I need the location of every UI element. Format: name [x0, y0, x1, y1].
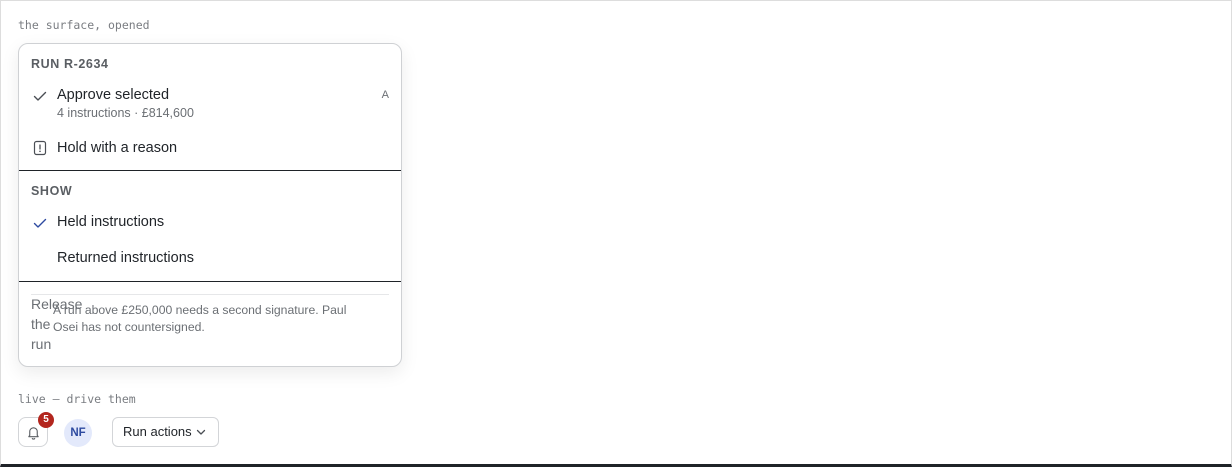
check-icon — [33, 218, 47, 228]
menu-thin-divider — [31, 294, 389, 295]
hold-with-reason-label: Hold with a reason — [57, 140, 178, 156]
check-icon — [33, 91, 47, 101]
show-returned-instructions-label: Returned instructions — [57, 250, 195, 266]
release-run-note: A run above £250,000 needs a second sign… — [53, 303, 347, 334]
user-avatar[interactable]: NF — [64, 419, 92, 447]
run-actions-label: Run actions — [123, 424, 192, 439]
show-held-instructions-label: Held instructions — [57, 214, 165, 230]
hold-icon — [33, 140, 47, 156]
caption-live: live — drive them — [18, 392, 136, 406]
bell-icon — [28, 427, 39, 440]
approve-shortcut: A — [381, 89, 389, 101]
chevron-down-icon — [196, 429, 206, 435]
caption-surface-opened: the surface, opened — [18, 18, 150, 32]
run-actions-menu: RUN R-2634 Approve selected 4 instructio… — [18, 43, 402, 367]
menu-group-label-show: SHOW — [31, 184, 73, 198]
approve-selected-label: Approve selected — [57, 87, 170, 103]
show-held-instructions-item[interactable]: Held instructions — [19, 211, 401, 235]
notification-count-badge: 5 — [38, 412, 54, 428]
show-returned-instructions-item[interactable]: Returned instructions — [19, 247, 401, 271]
menu-divider — [19, 170, 401, 171]
approve-selected-item[interactable]: Approve selected 4 instructions · £814,6… — [19, 84, 401, 126]
menu-group-label-run: RUN R-2634 — [31, 57, 109, 71]
approve-selected-sub: 4 instructions · £814,600 — [57, 106, 194, 120]
hold-with-reason-item[interactable]: Hold with a reason — [19, 137, 401, 161]
menu-divider — [19, 281, 401, 282]
run-actions-button[interactable]: Run actions — [112, 417, 219, 447]
